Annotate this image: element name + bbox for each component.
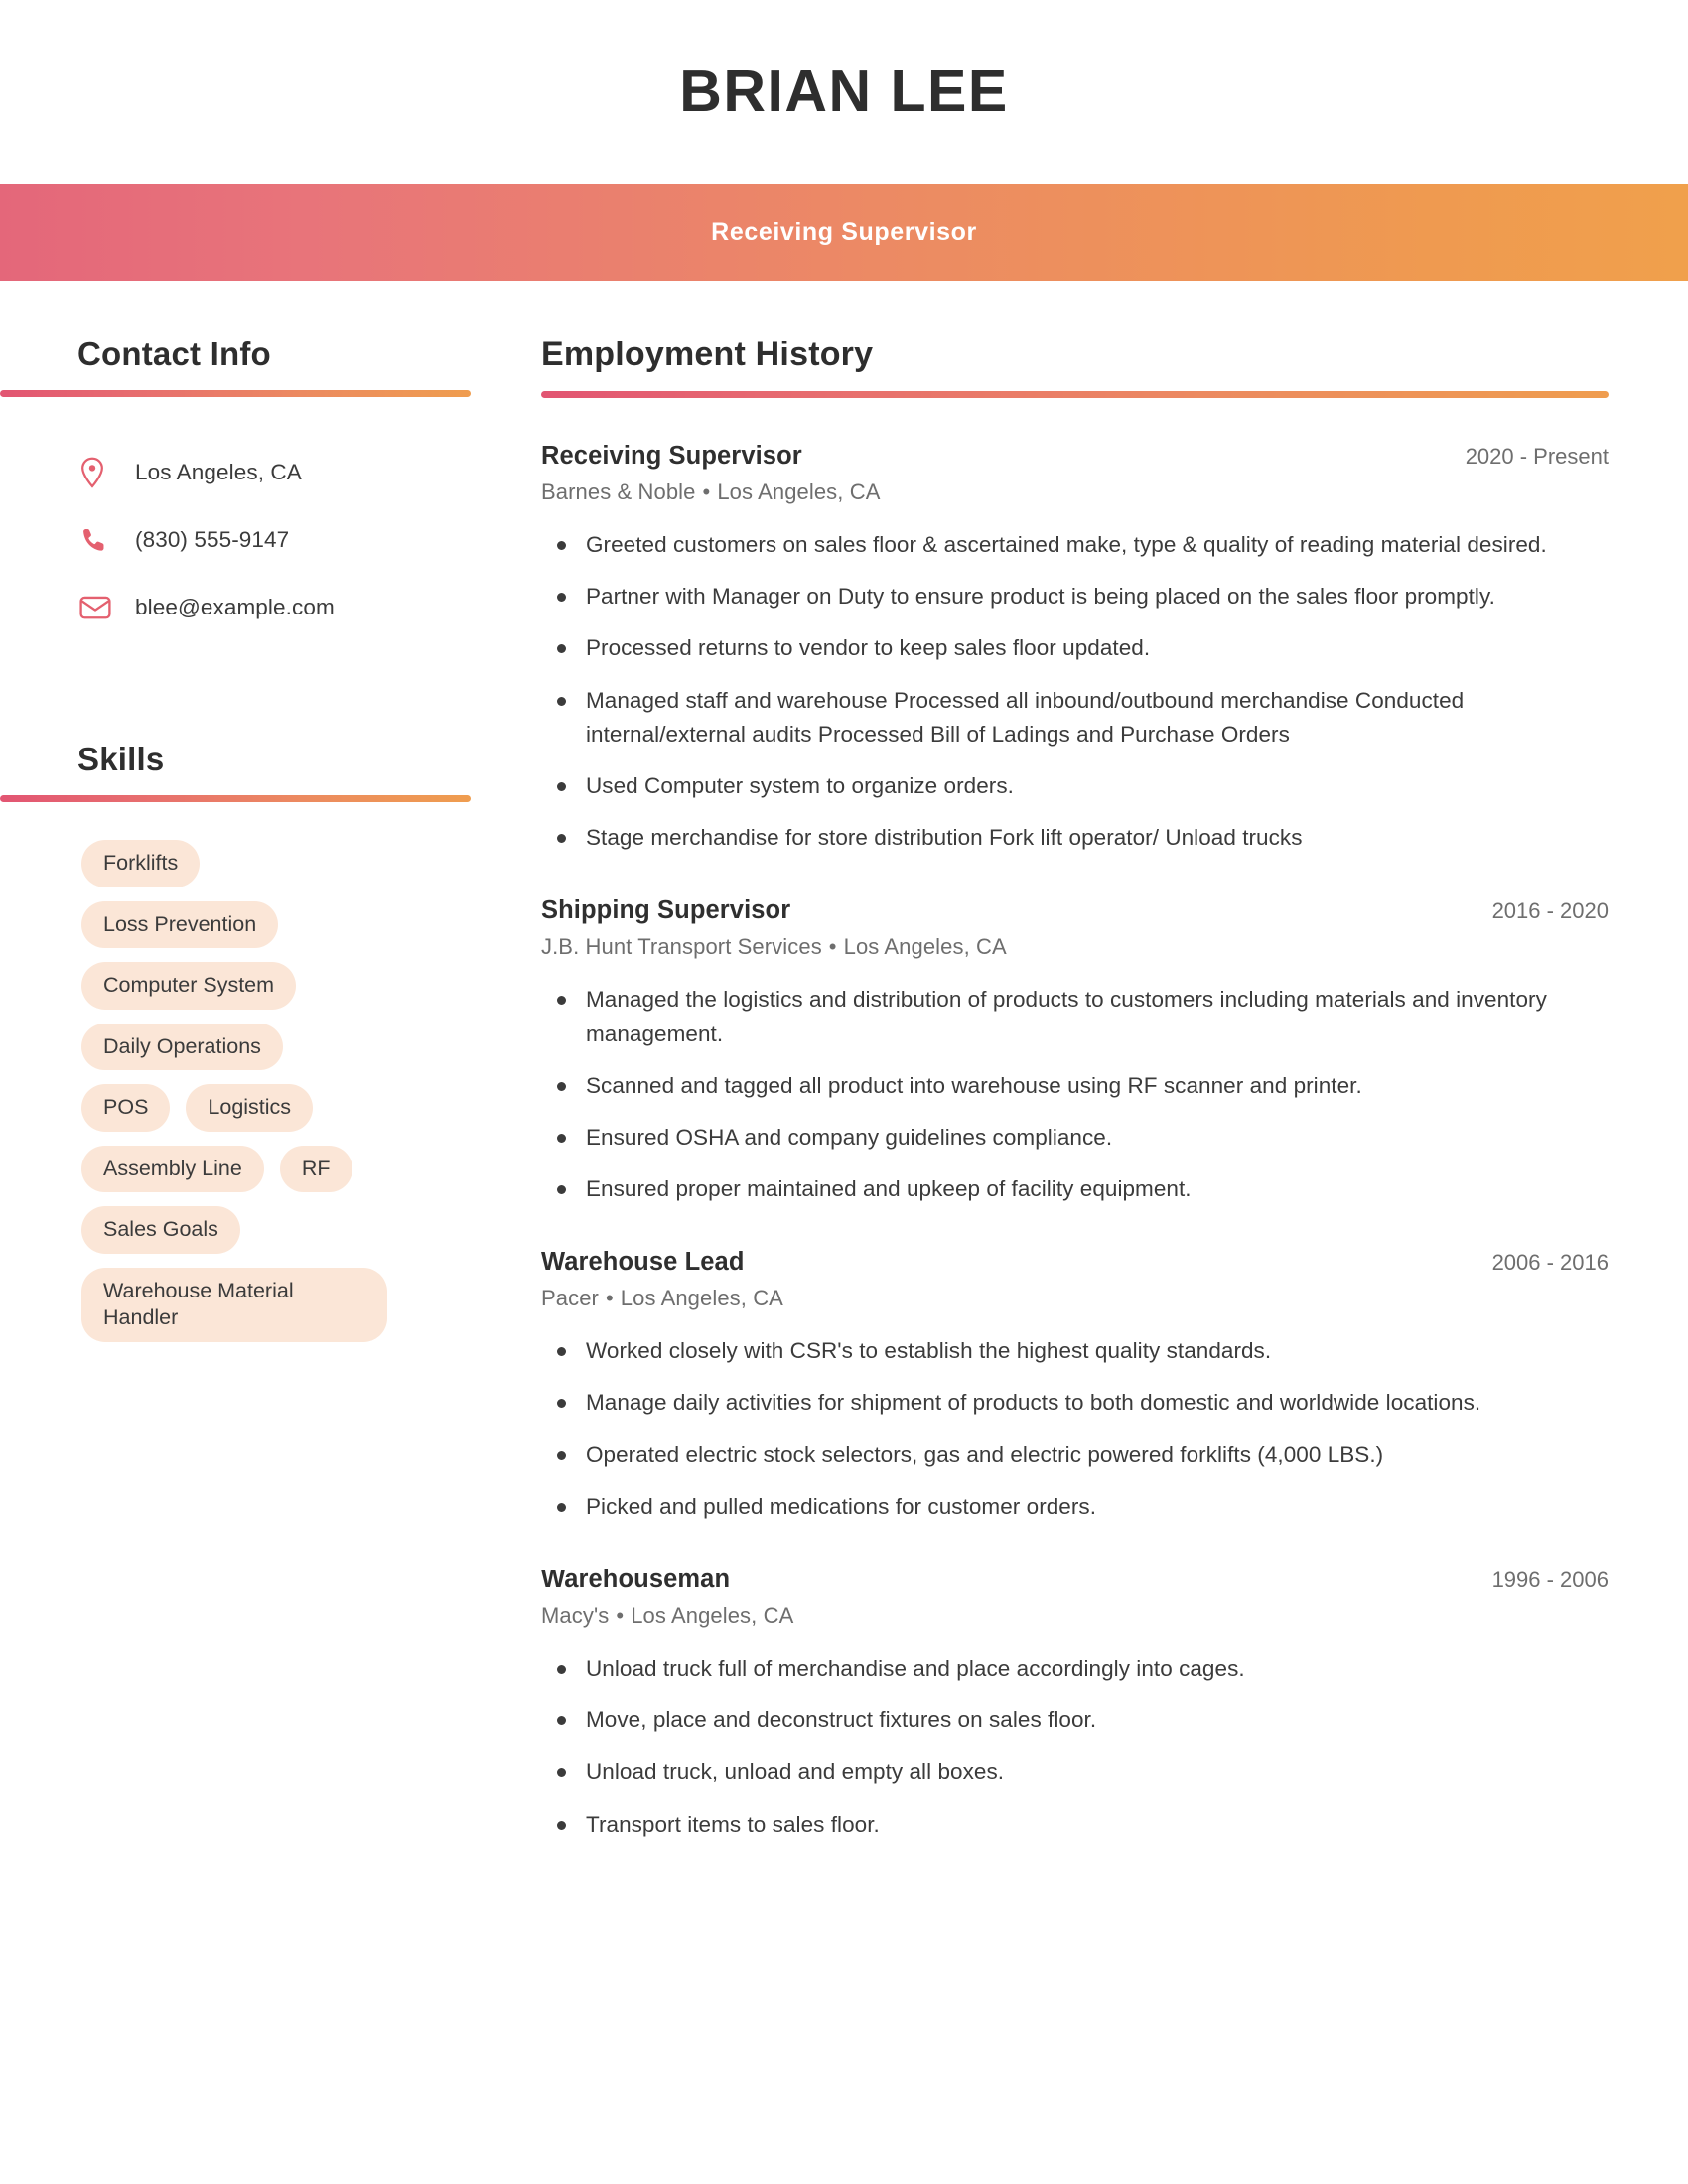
skill-tag: Forklifts [81, 840, 201, 887]
role-banner: Receiving Supervisor [0, 184, 1688, 281]
job-company: J.B. Hunt Transport Services [541, 934, 822, 960]
meta-separator-icon: • [828, 934, 837, 960]
job-bullet: Worked closely with CSR's to establish t… [541, 1334, 1594, 1368]
meta-separator-icon: • [616, 1603, 625, 1628]
skill-tag: Computer System [81, 962, 297, 1010]
contact-phone-value: (830) 555-9147 [135, 527, 290, 552]
job-bullet: Operated electric stock selectors, gas a… [541, 1438, 1594, 1472]
job-bullet: Move, place and deconstruct fixtures on … [541, 1704, 1594, 1737]
skill-tag: Warehouse Material Handler [81, 1267, 387, 1342]
job-dates: 2016 - 2020 [1491, 898, 1609, 924]
job-title: Warehouseman [541, 1566, 731, 1593]
skills-list: Forklifts Loss Prevention Computer Syste… [0, 840, 427, 1342]
job-bullet: Managed the logistics and distribution o… [541, 983, 1594, 1050]
candidate-name: BRIAN LEE [679, 59, 1009, 124]
job-company: Pacer [541, 1286, 599, 1311]
skill-tag: Logistics [186, 1084, 314, 1132]
job-dates: 2006 - 2016 [1491, 1250, 1609, 1276]
location-pin-icon [79, 457, 121, 488]
job-meta: Macy's • Los Angeles, CA [541, 1603, 1609, 1629]
job-entry: Warehouse Lead 2006 - 2016 Pacer • Los Ang… [541, 1248, 1609, 1524]
skill-tag: Assembly Line [81, 1145, 264, 1193]
contact-item-email: blee@example.com [79, 574, 541, 641]
job-bullet-list: Greeted customers on sales floor & ascer… [541, 528, 1594, 855]
job-header: Receiving Supervisor 2020 - Present [541, 442, 1609, 471]
job-location: Los Angeles, CA [620, 1286, 783, 1311]
contact-email-value: blee@example.com [135, 595, 335, 619]
employment-history-title: Employment History [541, 336, 874, 373]
job-location: Los Angeles, CA [717, 479, 881, 504]
skills-section: Skills Forklifts Loss Prevention Compute… [0, 741, 541, 1342]
job-bullet: Scanned and tagged all product into ware… [541, 1069, 1594, 1103]
candidate-role: Receiving Supervisor [711, 217, 977, 246]
job-dates: 2020 - Present [1465, 444, 1609, 469]
contact-item-location: Los Angeles, CA [79, 439, 541, 506]
contact-item-phone: (830) 555-9147 [79, 506, 541, 574]
skill-tag: Daily Operations [81, 1023, 283, 1071]
contact-info-divider [0, 390, 471, 397]
job-bullet: Manage daily activities for shipment of … [541, 1386, 1594, 1420]
sidebar: Contact Info Los Angeles, CA (830) 555-9… [0, 336, 541, 1342]
job-meta: Pacer • Los Angeles, CA [541, 1286, 1609, 1311]
job-meta: J.B. Hunt Transport Services • Los Angeles… [541, 934, 1609, 960]
job-bullet-list: Unload truck full of merchandise and pla… [541, 1652, 1594, 1842]
skills-title: Skills [77, 741, 165, 777]
main-column: Employment History Receiving Supervisor … [541, 336, 1688, 1849]
job-bullet: Picked and pulled medications for custom… [541, 1490, 1594, 1524]
job-bullet: Ensured OSHA and company guidelines comp… [541, 1121, 1594, 1155]
skill-tag: RF [279, 1145, 352, 1193]
job-dates: 1996 - 2006 [1491, 1568, 1609, 1592]
job-bullet: Stage merchandise for store distribution… [541, 821, 1594, 855]
skill-tag: POS [81, 1084, 171, 1132]
employment-history-list: Receiving Supervisor 2020 - Present Barn… [541, 442, 1609, 1842]
job-bullet: Used Computer system to organize orders. [541, 769, 1594, 803]
job-bullet: Processed returns to vendor to keep sale… [541, 631, 1594, 665]
job-bullet: Managed staff and warehouse Processed al… [541, 684, 1594, 751]
job-bullet: Partner with Manager on Duty to ensure p… [541, 580, 1594, 614]
job-title: Shipping Supervisor [541, 896, 791, 925]
contact-list: Los Angeles, CA (830) 555-9147 blee@exam… [0, 439, 541, 641]
job-bullet: Greeted customers on sales floor & ascer… [541, 528, 1594, 562]
resume-page: BRIAN LEE Receiving Supervisor Contact I… [0, 0, 1688, 2184]
job-entry: Shipping Supervisor 2016 - 2020 J.B. Hun… [541, 896, 1609, 1206]
envelope-icon [79, 595, 121, 620]
job-meta: Barnes & Noble • Los Angeles, CA [541, 479, 1609, 505]
job-location: Los Angeles, CA [843, 934, 1007, 960]
skill-tag: Sales Goals [81, 1206, 240, 1254]
job-title: Warehouse Lead [541, 1248, 745, 1277]
job-bullet: Ensured proper maintained and upkeep of … [541, 1172, 1594, 1206]
job-header: Shipping Supervisor 2016 - 2020 [541, 896, 1609, 925]
contact-location-value: Los Angeles, CA [135, 460, 302, 484]
job-bullet: Unload truck, unload and empty all boxes… [541, 1755, 1594, 1789]
job-bullet: Unload truck full of merchandise and pla… [541, 1652, 1594, 1686]
meta-separator-icon: • [702, 479, 711, 504]
resume-body: Contact Info Los Angeles, CA (830) 555-9… [0, 281, 1688, 1849]
skill-tag: Loss Prevention [81, 900, 279, 949]
job-location: Los Angeles, CA [631, 1603, 794, 1628]
employment-history-divider [541, 391, 1609, 398]
job-title: Receiving Supervisor [541, 442, 802, 470]
phone-icon [79, 525, 121, 555]
contact-info-section: Contact Info Los Angeles, CA (830) 555-9… [0, 336, 541, 641]
job-bullet-list: Worked closely with CSR's to establish t… [541, 1334, 1594, 1524]
job-bullet-list: Managed the logistics and distribution o… [541, 983, 1594, 1206]
job-header: Warehouse Lead 2006 - 2016 [541, 1248, 1609, 1277]
job-bullet: Transport items to sales floor. [541, 1808, 1594, 1842]
job-company: Barnes & Noble [541, 479, 696, 504]
job-entry: Receiving Supervisor 2020 - Present Barn… [541, 442, 1609, 855]
resume-header: BRIAN LEE [0, 0, 1688, 184]
job-header: Warehouseman 1996 - 2006 [541, 1566, 1609, 1594]
job-entry: Warehouseman 1996 - 2006 Macy's • Los Ange… [541, 1566, 1609, 1842]
skills-divider [0, 795, 471, 802]
meta-separator-icon: • [605, 1286, 614, 1311]
contact-info-title: Contact Info [77, 336, 271, 372]
job-company: Macy's [541, 1603, 610, 1628]
